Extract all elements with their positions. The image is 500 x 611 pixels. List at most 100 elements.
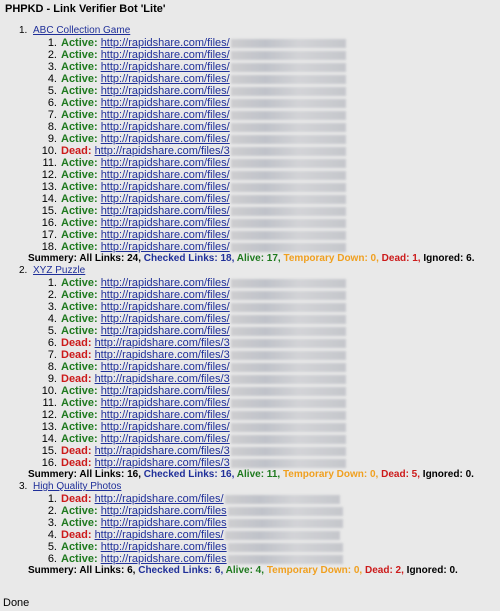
link-url[interactable]: http://rapidshare.com/files/ (101, 37, 230, 49)
link-row: 12. Active: http://rapidshare.com/files/ (19, 169, 494, 181)
link-url[interactable]: http://rapidshare.com/files/ (101, 289, 230, 301)
redacted-url-part (230, 314, 346, 324)
summary-checked-links: Checked Links: 18, (143, 253, 235, 264)
link-row: 5. Active: http://rapidshare.com/files/ (19, 325, 494, 337)
link-status: Active: (61, 325, 98, 337)
redacted-url-part (227, 554, 343, 564)
link-url[interactable]: http://rapidshare.com/files/ (101, 421, 230, 433)
link-url[interactable]: http://rapidshare.com/files/ (101, 229, 230, 241)
link-number: 15. (41, 445, 57, 457)
link-url[interactable]: http://rapidshare.com/files/ (101, 85, 230, 97)
redacted-url-part (230, 386, 346, 396)
link-row: 1. Active: http://rapidshare.com/files/ (19, 37, 494, 49)
redacted-url-part (230, 302, 346, 312)
link-url[interactable]: http://rapidshare.com/files/ (101, 169, 230, 181)
link-url[interactable]: http://rapidshare.com/files/ (101, 217, 230, 229)
redacted-url-part (230, 122, 346, 132)
link-url[interactable]: http://rapidshare.com/files/3 (95, 337, 230, 349)
redacted-url-part (230, 86, 346, 96)
link-status: Active: (61, 541, 98, 553)
link-url[interactable]: http://rapidshare.com/files (101, 541, 227, 553)
link-url[interactable]: http://rapidshare.com/files (101, 505, 227, 517)
link-row: 8. Active: http://rapidshare.com/files/ (19, 121, 494, 133)
link-url[interactable]: http://rapidshare.com/files/ (101, 49, 230, 61)
group-title-link[interactable]: High Quality Photos (33, 481, 121, 493)
link-row: 15. Dead: http://rapidshare.com/files/3 (19, 445, 494, 457)
link-row: 4. Active: http://rapidshare.com/files/ (19, 313, 494, 325)
link-number: 3. (47, 517, 57, 529)
redacted-url-part (230, 446, 346, 456)
redacted-url-part (230, 182, 346, 192)
link-url[interactable]: http://rapidshare.com/files/ (101, 361, 230, 373)
link-row: 4. Active: http://rapidshare.com/files/ (19, 73, 494, 85)
link-url[interactable]: http://rapidshare.com/files/ (101, 157, 230, 169)
link-status: Active: (61, 397, 98, 409)
link-url[interactable]: http://rapidshare.com/files (101, 517, 227, 529)
link-status: Active: (61, 217, 98, 229)
link-url[interactable]: http://rapidshare.com/files/3 (95, 373, 230, 385)
link-url[interactable]: http://rapidshare.com/files/3 (95, 457, 230, 469)
link-url[interactable]: http://rapidshare.com/files/3 (95, 145, 230, 157)
link-row: 17. Active: http://rapidshare.com/files/ (19, 229, 494, 241)
redacted-url-part (230, 50, 346, 60)
link-number: 18. (41, 241, 57, 253)
link-url[interactable]: http://rapidshare.com/files/ (101, 385, 230, 397)
link-url[interactable]: http://rapidshare.com/files/ (101, 205, 230, 217)
redacted-url-part (230, 110, 346, 120)
link-row: 7. Dead: http://rapidshare.com/files/3 (19, 349, 494, 361)
summary-temporary-down: Temporary Down: 0, (266, 565, 363, 576)
link-url[interactable]: http://rapidshare.com/files (101, 553, 227, 565)
link-url[interactable]: http://rapidshare.com/files/ (101, 181, 230, 193)
link-row: 10. Active: http://rapidshare.com/files/ (19, 385, 494, 397)
link-url[interactable]: http://rapidshare.com/files/ (101, 313, 230, 325)
link-row: 11. Active: http://rapidshare.com/files/ (19, 157, 494, 169)
link-url[interactable]: http://rapidshare.com/files/3 (95, 445, 230, 457)
link-number: 14. (41, 433, 57, 445)
link-url[interactable]: http://rapidshare.com/files/ (101, 277, 230, 289)
status-bar-text: Done (3, 597, 30, 609)
link-url[interactable]: http://rapidshare.com/files/3 (95, 349, 230, 361)
link-url[interactable]: http://rapidshare.com/files/ (95, 493, 224, 505)
group-number: 3. (19, 481, 28, 492)
group-links-list: 1. Dead: http://rapidshare.com/files/2. Act… (19, 493, 494, 565)
link-url[interactable]: http://rapidshare.com/files/ (101, 97, 230, 109)
link-url[interactable]: http://rapidshare.com/files/ (101, 61, 230, 73)
link-status: Active: (61, 241, 98, 253)
link-url[interactable]: http://rapidshare.com/files/ (101, 133, 230, 145)
link-url[interactable]: http://rapidshare.com/files/ (101, 433, 230, 445)
redacted-url-part (230, 410, 346, 420)
redacted-url-part (230, 170, 346, 180)
link-status: Active: (61, 409, 98, 421)
link-url[interactable]: http://rapidshare.com/files/ (101, 397, 230, 409)
link-status: Active: (61, 313, 98, 325)
group-title-link[interactable]: ABC Collection Game (33, 25, 130, 37)
link-number: 7. (47, 349, 57, 361)
link-status: Active: (61, 85, 98, 97)
link-url[interactable]: http://rapidshare.com/files/ (101, 241, 230, 253)
redacted-url-part (230, 422, 346, 432)
link-row: 6. Dead: http://rapidshare.com/files/3 (19, 337, 494, 349)
link-url[interactable]: http://rapidshare.com/files/ (101, 121, 230, 133)
link-url[interactable]: http://rapidshare.com/files/ (101, 301, 230, 313)
link-status: Active: (61, 505, 98, 517)
link-status: Active: (61, 193, 98, 205)
link-url[interactable]: http://rapidshare.com/files/ (101, 109, 230, 121)
link-status: Active: (61, 121, 98, 133)
link-url[interactable]: http://rapidshare.com/files/ (101, 193, 230, 205)
group-title-link[interactable]: XYZ Puzzle (33, 265, 85, 277)
link-row: 13. Active: http://rapidshare.com/files/ (19, 181, 494, 193)
link-group: 2. XYZ Puzzle 1. Active: http://rapidshare.c… (19, 265, 494, 481)
link-url[interactable]: http://rapidshare.com/files/ (101, 325, 230, 337)
link-status: Active: (61, 37, 98, 49)
redacted-url-part (230, 146, 346, 156)
link-status: Active: (61, 301, 98, 313)
link-number: 6. (47, 97, 57, 109)
link-url[interactable]: http://rapidshare.com/files/ (95, 529, 224, 541)
link-url[interactable]: http://rapidshare.com/files/ (101, 73, 230, 85)
link-status: Active: (61, 61, 98, 73)
group-header: 1. ABC Collection Game (19, 25, 494, 37)
group-header: 3. High Quality Photos (19, 481, 494, 493)
link-row: 11. Active: http://rapidshare.com/files/ (19, 397, 494, 409)
redacted-url-part (230, 374, 346, 384)
link-url[interactable]: http://rapidshare.com/files/ (101, 409, 230, 421)
